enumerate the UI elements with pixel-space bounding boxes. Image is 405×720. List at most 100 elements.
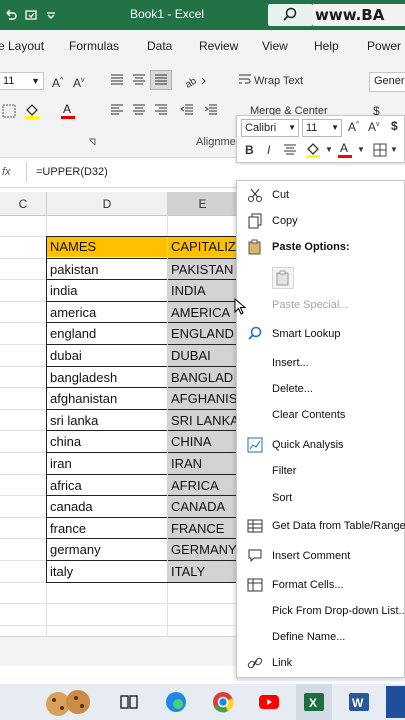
align-bottom-button[interactable] xyxy=(150,70,172,90)
table-cell-capitalized[interactable]: IRAN xyxy=(168,452,237,473)
font-color-icon[interactable]: A xyxy=(60,102,76,120)
align-right-icon[interactable] xyxy=(154,104,168,116)
menu-insert-comment[interactable]: Insert Comment xyxy=(272,550,350,562)
table-cell-name[interactable]: italy xyxy=(47,560,167,581)
menu-format-cells[interactable]: Format Cells... xyxy=(272,579,344,591)
menu-define-name[interactable]: Define Name... xyxy=(272,631,345,643)
table-cell-capitalized[interactable]: FRANCE xyxy=(168,516,237,538)
undo-icon[interactable] xyxy=(4,8,18,22)
table-cell-name[interactable]: africa xyxy=(47,473,167,495)
menu-pick-from-dropdown[interactable]: Pick From Drop-down List... xyxy=(272,605,405,617)
font-size-dropdown[interactable]: 11 ▼ xyxy=(0,72,44,90)
menu-sort[interactable]: Sort xyxy=(272,492,292,504)
table-cell-capitalized[interactable]: GERMANY xyxy=(168,538,237,559)
menu-delete[interactable]: Delete... xyxy=(272,383,313,395)
align-left-icon[interactable] xyxy=(110,104,124,116)
mini-bold-button[interactable]: B xyxy=(245,143,254,157)
table-cell-name[interactable]: england xyxy=(47,322,167,343)
menu-clear-contents[interactable]: Clear Contents xyxy=(272,409,345,421)
table-cell-name[interactable]: dubai xyxy=(47,344,167,365)
chevron-down-icon[interactable]: ▼ xyxy=(390,145,398,154)
chrome-icon[interactable] xyxy=(212,691,234,713)
table-cell-name[interactable]: canada xyxy=(47,495,167,516)
table-cell-name[interactable]: pakistan xyxy=(47,257,167,279)
mini-font-dropdown[interactable]: Calibri ▼ xyxy=(241,119,299,137)
column-header-c[interactable]: C xyxy=(0,192,47,216)
decrease-font-icon[interactable]: Av xyxy=(73,74,85,90)
menu-cut[interactable]: Cut xyxy=(272,189,289,201)
table-cell-name[interactable]: bangladesh xyxy=(47,365,167,387)
task-view-icon[interactable] xyxy=(118,691,140,713)
align-top-icon[interactable] xyxy=(110,74,124,86)
number-format-dropdown[interactable]: Genera xyxy=(369,72,405,92)
font-dialog-launcher-icon[interactable] xyxy=(88,138,96,146)
table-cell-capitalized[interactable]: SRI LANKA xyxy=(168,408,237,430)
chevron-down-icon[interactable]: ▼ xyxy=(325,145,333,154)
menu-get-data[interactable]: Get Data from Table/Range... xyxy=(272,520,405,532)
table-cell-name[interactable]: iran xyxy=(47,452,167,473)
align-center-icon[interactable] xyxy=(132,104,146,116)
header-capitalized[interactable]: CAPITALIZ xyxy=(168,236,237,257)
increase-font-icon[interactable]: A^ xyxy=(52,74,63,90)
redo-icon[interactable] xyxy=(24,8,38,22)
wrap-text-label[interactable]: Wrap Text xyxy=(254,74,303,88)
menu-smart-lookup[interactable]: Smart Lookup xyxy=(272,328,340,340)
align-middle-icon[interactable] xyxy=(132,74,146,86)
mini-currency-icon[interactable]: $ xyxy=(391,119,398,133)
column-header-d[interactable]: D xyxy=(47,192,168,216)
fill-color-icon[interactable] xyxy=(24,102,40,120)
wrap-text-icon[interactable] xyxy=(238,73,252,87)
table-cell-capitalized[interactable]: PAKISTAN xyxy=(168,257,237,279)
table-cell-capitalized[interactable]: INDIA xyxy=(168,279,237,300)
chevron-down-icon[interactable]: ▼ xyxy=(357,145,365,154)
table-cell-capitalized[interactable]: AFGHANIS xyxy=(168,387,237,408)
header-names[interactable]: NAMES xyxy=(47,236,167,257)
table-cell-name[interactable]: sri lanka xyxy=(47,408,167,430)
formula-input[interactable]: =UPPER(D32) xyxy=(36,166,108,178)
mini-increase-font-icon[interactable]: A^ xyxy=(348,120,359,134)
paste-option-button[interactable] xyxy=(272,267,294,289)
table-cell-capitalized[interactable]: ITALY xyxy=(168,560,237,581)
mini-font-color-icon[interactable]: A xyxy=(337,141,353,159)
table-cell-capitalized[interactable]: DUBAI xyxy=(168,344,237,365)
table-cell-capitalized[interactable]: ENGLAND xyxy=(168,322,237,343)
tab-formulas[interactable]: Formulas xyxy=(69,39,119,53)
table-cell-capitalized[interactable]: AFRICA xyxy=(168,473,237,495)
table-cell-name[interactable]: afghanistan xyxy=(47,387,167,408)
table-cell-capitalized[interactable]: CANADA xyxy=(168,495,237,516)
word-icon[interactable]: W xyxy=(348,691,370,713)
tab-page-layout[interactable]: e Layout xyxy=(0,39,44,53)
table-cell-capitalized[interactable]: BANGLAD xyxy=(168,365,237,387)
increase-indent-icon[interactable] xyxy=(204,104,218,116)
table-cell-name[interactable]: china xyxy=(47,430,167,451)
tab-view[interactable]: View xyxy=(262,39,288,53)
mini-decrease-font-icon[interactable]: Av xyxy=(368,120,380,134)
menu-copy[interactable]: Copy xyxy=(272,215,298,227)
fx-icon[interactable]: fx xyxy=(2,166,11,178)
tab-help[interactable]: Help xyxy=(314,39,339,53)
menu-link[interactable]: Link xyxy=(272,657,292,669)
excel-icon[interactable]: X xyxy=(303,691,325,713)
table-cell-name[interactable]: france xyxy=(47,516,167,538)
borders-icon[interactable] xyxy=(2,104,16,118)
menu-filter[interactable]: Filter xyxy=(272,465,296,477)
customize-icon[interactable] xyxy=(46,11,56,19)
decrease-indent-icon[interactable] xyxy=(180,104,194,116)
menu-insert[interactable]: Insert... xyxy=(272,357,309,369)
table-cell-capitalized[interactable]: AMERICA xyxy=(168,300,237,322)
mini-italic-button[interactable]: I xyxy=(267,143,270,157)
table-cell-name[interactable]: germany xyxy=(47,538,167,559)
table-cell-capitalized[interactable]: CHINA xyxy=(168,430,237,451)
mini-size-dropdown[interactable]: 11 ▼ xyxy=(302,119,342,137)
search-box[interactable] xyxy=(268,4,313,26)
edge-icon[interactable] xyxy=(165,691,187,713)
tab-data[interactable]: Data xyxy=(147,39,172,53)
mini-align-center-icon[interactable] xyxy=(283,144,297,156)
mini-borders-icon[interactable] xyxy=(373,143,387,157)
column-header-e[interactable]: E xyxy=(168,192,238,216)
menu-quick-analysis[interactable]: Quick Analysis xyxy=(272,439,344,451)
table-cell-name[interactable]: india xyxy=(47,279,167,300)
tab-power[interactable]: Power xyxy=(367,39,401,53)
mini-fill-color-icon[interactable] xyxy=(305,141,321,159)
menu-paste-special[interactable]: Paste Special... xyxy=(272,299,348,311)
